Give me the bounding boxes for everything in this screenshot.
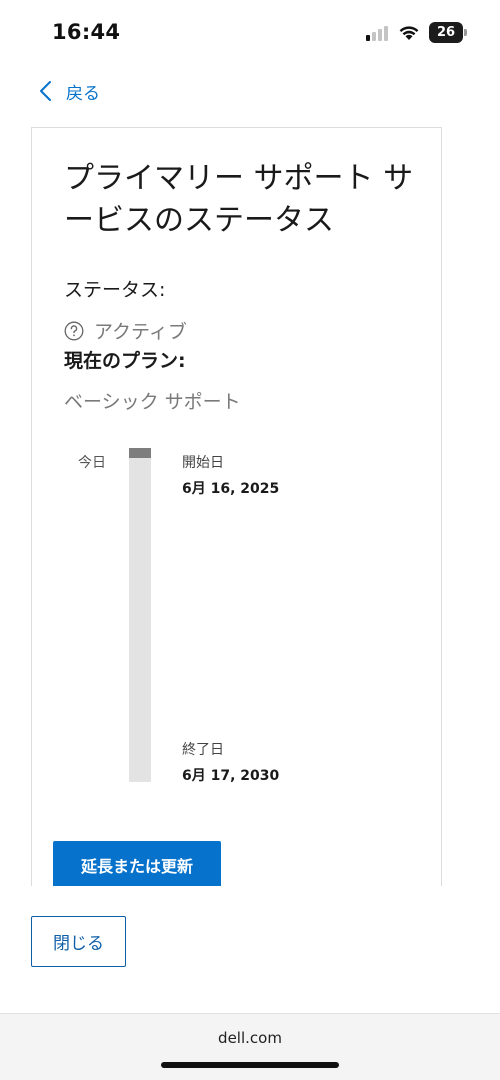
browser-address-bar[interactable]: dell.com: [0, 1013, 500, 1080]
status-bar: 16:44 26: [0, 0, 500, 66]
timeline-track: [129, 448, 151, 782]
chevron-left-icon: [40, 81, 51, 101]
battery-level: 26: [429, 22, 463, 43]
back-label: 戻る: [66, 83, 100, 104]
battery-icon: 26: [429, 22, 467, 43]
page-title: プライマリー サポート サービスのステータス: [64, 161, 414, 238]
status-time: 16:44: [52, 20, 121, 44]
back-link[interactable]: 戻る: [38, 78, 100, 104]
end-date-value: 6月 17, 2030: [182, 768, 280, 784]
close-button[interactable]: 閉じる: [31, 916, 126, 967]
status-heading: ステータス:: [64, 279, 166, 301]
status-row: アクティブ: [64, 317, 187, 344]
end-date-label: 終了日: [182, 742, 224, 758]
support-status-card: プライマリー サポート サービスのステータス ステータス: アクティブ 現在のプ…: [31, 127, 442, 887]
plan-heading: 現在のプラン:: [64, 350, 186, 372]
plan-value: ベーシック サポート: [64, 391, 241, 413]
wifi-icon: [399, 26, 419, 40]
start-date-value: 6月 16, 2025: [182, 481, 280, 497]
status-value: アクティブ: [94, 321, 187, 343]
start-date-label: 開始日: [182, 455, 224, 471]
today-marker: [129, 448, 151, 458]
url-text: dell.com: [218, 1029, 282, 1047]
home-indicator[interactable]: [161, 1062, 339, 1068]
renew-button[interactable]: 延長または更新: [53, 841, 221, 887]
question-circle-icon[interactable]: [64, 321, 84, 341]
signal-icon: [366, 25, 390, 41]
today-label: 今日: [78, 455, 106, 471]
